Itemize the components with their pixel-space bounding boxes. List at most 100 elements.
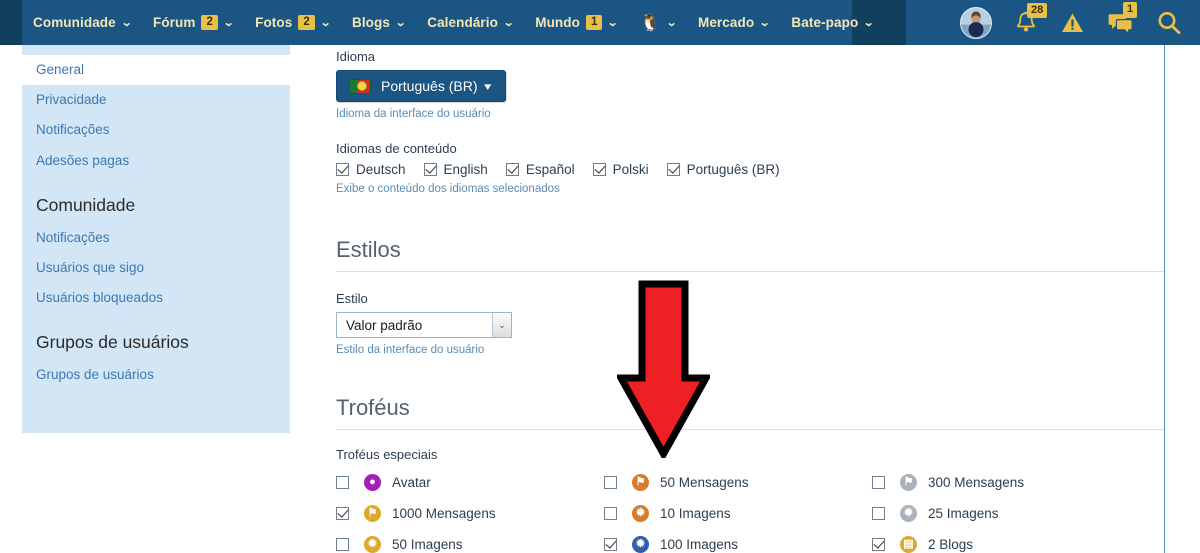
- checkbox-box[interactable]: [666, 163, 680, 176]
- checkbox-box[interactable]: [423, 163, 437, 176]
- trophy-checkbox[interactable]: [872, 476, 885, 490]
- sidebar-item-usuarios-bloqueados[interactable]: Usuários bloqueados: [22, 283, 290, 313]
- trophy-row[interactable]: ✹ 10 Imagens: [604, 505, 872, 523]
- trophy-checkbox[interactable]: [604, 538, 617, 552]
- trophy-row[interactable]: ● Avatar: [336, 474, 604, 492]
- nav-item-label: Bate-papo: [791, 15, 859, 30]
- nav-item-calend-rio[interactable]: Calendário ⌄: [416, 0, 524, 45]
- styles-section-heading: Estilos: [336, 237, 401, 262]
- messages-badge-count: 1: [1123, 2, 1138, 18]
- trophy-checkbox[interactable]: [872, 538, 885, 552]
- brazil-portugal-flag-icon: [349, 78, 371, 94]
- content-language-checkbox-english[interactable]: English: [423, 162, 488, 177]
- chevron-down-icon: ⌄: [759, 17, 771, 29]
- chevron-down-icon: ⌄: [319, 17, 332, 29]
- content-language-checkbox-polski[interactable]: Polski: [592, 162, 649, 177]
- sidebar-left-gutter: [0, 45, 22, 553]
- sidebar-item-privacidade[interactable]: Privacidade: [22, 85, 290, 115]
- trophy-checkbox[interactable]: [604, 507, 617, 521]
- styles-section-rule: [336, 271, 1164, 273]
- chevron-down-icon: ⌄: [665, 17, 678, 29]
- nav-item-label: Blogs: [351, 15, 390, 30]
- trophy-row[interactable]: ⚑ 1000 Mensagens: [336, 505, 604, 523]
- trophy-row[interactable]: ✹ 100 Imagens: [604, 536, 872, 553]
- nav-item-fotos[interactable]: Fotos 2 ⌄: [244, 0, 341, 45]
- alerts-button[interactable]: [1060, 11, 1085, 35]
- nav-left-accent-stripe: [0, 0, 22, 45]
- checkbox-box[interactable]: [336, 163, 349, 176]
- sidebar-item-notificacoes[interactable]: Notificações: [22, 115, 290, 145]
- trophy-row[interactable]: ✹ 50 Imagens: [336, 536, 604, 553]
- trophy-gold2-icon: ✹: [364, 536, 381, 553]
- content-language-checkbox-espanol[interactable]: Español: [505, 162, 575, 177]
- nav-right-icon-cluster: 28 1: [960, 0, 1200, 45]
- nav-item-f-rum[interactable]: Fórum 2 ⌄: [142, 0, 244, 45]
- trophy-checkbox[interactable]: [872, 507, 885, 521]
- sidebar-item-notificacoes[interactable]: Notificações: [22, 223, 290, 253]
- warning-triangle-icon: [1062, 13, 1083, 32]
- checkbox-label: Português (BR): [686, 162, 780, 177]
- chevron-down-icon: ⌄: [492, 313, 511, 338]
- nav-item-blogs[interactable]: Blogs ⌄: [341, 0, 416, 45]
- content-languages-help-text: Exibe o conteúdo dos idiomas selecionado…: [336, 183, 560, 195]
- content-languages-checkbox-row: Deutsch English Español Polski Português (BR…: [336, 162, 780, 177]
- nav-item-penguin[interactable]: 🐧 ⌄: [629, 0, 687, 45]
- nav-item-bate-papo[interactable]: Bate-papo ⌄: [780, 0, 884, 45]
- nav-item-badge: 2: [201, 14, 218, 31]
- content-languages-label: Idiomas de conteúdo: [336, 141, 457, 156]
- trophy-label: 1000 Mensagens: [392, 506, 496, 522]
- checkbox-box[interactable]: [505, 163, 519, 176]
- trophy-checkbox[interactable]: [336, 507, 349, 521]
- trophy-checkbox[interactable]: [336, 476, 349, 490]
- nav-menu-items: Comunidade ⌄ Fórum 2 ⌄ Fotos 2 ⌄ Blogs ⌄ Calendári…: [22, 0, 885, 45]
- nav-item-label: Fórum: [152, 15, 196, 30]
- trophy-row[interactable]: ✹ 25 Imagens: [872, 505, 1140, 523]
- language-label: Idioma: [336, 49, 376, 64]
- trophy-checkbox[interactable]: [604, 476, 617, 490]
- checkbox-label: English: [443, 162, 488, 177]
- bell-badge-count: 28: [1027, 2, 1048, 19]
- trophy-row[interactable]: ⚑ 300 Mensagens: [872, 474, 1140, 492]
- language-selector-button[interactable]: Português (BR) ▾: [336, 70, 507, 102]
- sidebar-item-usuarios-que-sigo[interactable]: Usuários que sigo: [22, 253, 290, 283]
- trophy-silver2-icon: ✹: [900, 505, 917, 523]
- trophies-grid: ● Avatar ⚑ 50 Mensagens ⚑ 300 Mensagens ⚑ 1000 …: [336, 474, 1164, 553]
- style-select[interactable]: Valor padrão ⌄: [336, 312, 512, 339]
- trophy-checkbox[interactable]: [336, 538, 349, 552]
- search-button[interactable]: [1156, 10, 1182, 36]
- trophy-label: 2 Blogs: [928, 537, 974, 553]
- sidebar-item-general[interactable]: General: [22, 55, 290, 86]
- style-field-label: Estilo: [336, 291, 368, 307]
- notifications-bell-button[interactable]: 28: [1014, 2, 1048, 36]
- trophy-avatar-icon: ●: [364, 474, 381, 492]
- styles-section: Estilos Estilo Valor padrão ⌄ Estilo da …: [336, 237, 1164, 356]
- trophy-row[interactable]: ▤ 2 Blogs: [872, 536, 1140, 553]
- trophy-label: 25 Imagens: [928, 506, 999, 522]
- avatar[interactable]: [960, 6, 992, 39]
- sidebar-item-adesoes-pagas[interactable]: Adesões pagas: [22, 146, 290, 176]
- chevron-down-icon: ⌄: [863, 17, 875, 29]
- content-language-checkbox-portugues-br-[interactable]: Português (BR): [666, 162, 780, 177]
- trophies-section-heading: Troféus: [336, 395, 410, 420]
- content-languages-group: Idiomas de conteúdo Deutsch English Españo…: [336, 141, 780, 195]
- nav-item-mercado[interactable]: Mercado ⌄: [687, 0, 780, 45]
- checkbox-label: Español: [525, 162, 575, 177]
- checkbox-label: Polski: [612, 162, 649, 177]
- trophy-label: 100 Imagens: [660, 537, 739, 553]
- content-language-checkbox-deutsch[interactable]: Deutsch: [336, 162, 406, 177]
- chevron-down-icon: ⌄: [394, 17, 407, 29]
- sidebar-heading: Comunidade: [36, 194, 136, 215]
- chevron-down-icon: ⌄: [120, 17, 133, 29]
- trophy-silver-icon: ⚑: [900, 474, 917, 492]
- sidebar-heading: Grupos de usuários: [36, 332, 189, 353]
- nav-item-badge: 1: [585, 14, 603, 31]
- nav-item-comunidade[interactable]: Comunidade ⌄: [22, 0, 142, 45]
- trophy-blue-icon: ✹: [632, 536, 649, 553]
- sidebar-item-grupos-de-usuarios[interactable]: Grupos de usuários: [22, 360, 290, 390]
- trophy-label: 10 Imagens: [660, 506, 731, 522]
- trophy-row[interactable]: ⚑ 50 Mensagens: [604, 474, 872, 492]
- chevron-down-icon: ⌄: [607, 17, 619, 29]
- messages-button[interactable]: 1: [1107, 2, 1138, 35]
- checkbox-box[interactable]: [592, 163, 606, 176]
- nav-item-mundo[interactable]: Mundo 1 ⌄: [524, 0, 628, 45]
